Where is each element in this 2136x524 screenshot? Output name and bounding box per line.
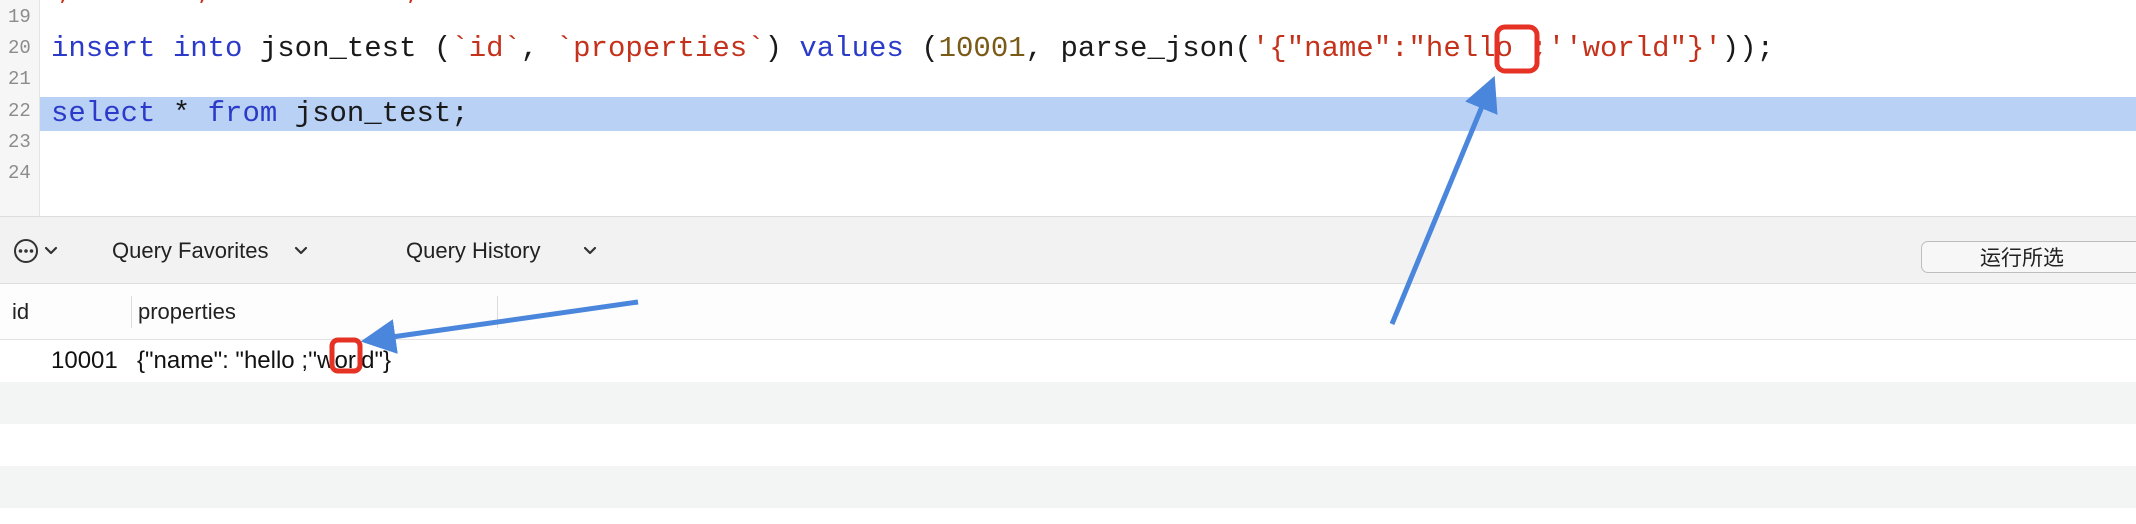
results-header: id properties: [0, 284, 2136, 340]
line-number: 24: [8, 162, 31, 184]
line-number: 20: [8, 37, 31, 59]
line-number: 21: [8, 68, 31, 90]
column-identifier: `properties`: [555, 32, 765, 65]
code-line-select[interactable]: select * from json_test;: [51, 97, 469, 131]
code-text: json_test (: [259, 32, 452, 65]
query-favorites-label: Query Favorites: [112, 238, 269, 263]
code-text: json_test;: [277, 97, 469, 130]
string-literal-quotes: '': [1547, 32, 1583, 65]
code-text: , parse_json(: [1025, 32, 1252, 65]
table-row-empty: [0, 466, 2136, 508]
code-line-partial: ', , ,: [40, 0, 423, 8]
line-number: 19: [8, 6, 31, 28]
ellipsis-circle-icon: [14, 239, 58, 263]
keyword: into: [172, 32, 243, 65]
line-number: 23: [8, 131, 31, 153]
line-number: 22: [8, 100, 31, 122]
table-row-empty: [0, 382, 2136, 424]
keyword: from: [207, 97, 278, 130]
column-identifier: `id`: [451, 32, 521, 65]
table-row-empty: [0, 424, 2136, 466]
query-history-label: Query History: [406, 238, 541, 263]
code-text: (: [903, 32, 939, 65]
line-number-gutter: 19 20 21 22 23 24: [0, 0, 40, 216]
cell-properties[interactable]: {"name": "hello ;''world"}: [137, 340, 391, 382]
code-text: ,: [520, 32, 556, 65]
column-divider[interactable]: [131, 296, 132, 328]
keyword: select: [51, 97, 156, 130]
number-literal: 10001: [938, 32, 1026, 65]
table-row-empty: [0, 508, 2136, 524]
string-literal: world"}': [1582, 32, 1722, 65]
code-text: ));: [1721, 32, 1775, 65]
column-divider[interactable]: [497, 296, 498, 328]
column-header-id[interactable]: id: [12, 284, 29, 340]
query-favorites-dropdown[interactable]: Query Favorites: [112, 217, 309, 285]
code-text: *: [155, 97, 208, 130]
chevron-down-icon: [294, 246, 307, 255]
more-menu-button[interactable]: [12, 217, 60, 285]
query-history-dropdown[interactable]: Query History: [406, 217, 598, 285]
code-line-insert[interactable]: insert into json_test (`id`, `properties…: [51, 32, 1774, 66]
string-literal: '{"name":"hello ;: [1251, 32, 1548, 65]
chevron-down-icon: [584, 246, 597, 255]
table-row[interactable]: 10001 {"name": "hello ;''world"}: [0, 340, 2136, 382]
query-toolbar: Query Favorites Query History 运行所选: [0, 216, 2136, 284]
cell-id[interactable]: 10001: [51, 340, 118, 382]
column-header-properties[interactable]: properties: [138, 284, 236, 340]
keyword: insert: [51, 32, 156, 65]
run-selected-button[interactable]: 运行所选: [1921, 241, 2136, 273]
code-text: ): [764, 32, 800, 65]
results-grid: id properties 10001 {"name": "hello ;''w…: [0, 284, 2136, 524]
sql-editor[interactable]: 19 20 21 22 23 24 ', , , insert into jso…: [0, 0, 2136, 216]
run-selected-label: 运行所选: [1980, 247, 2064, 270]
keyword: values: [799, 32, 904, 65]
